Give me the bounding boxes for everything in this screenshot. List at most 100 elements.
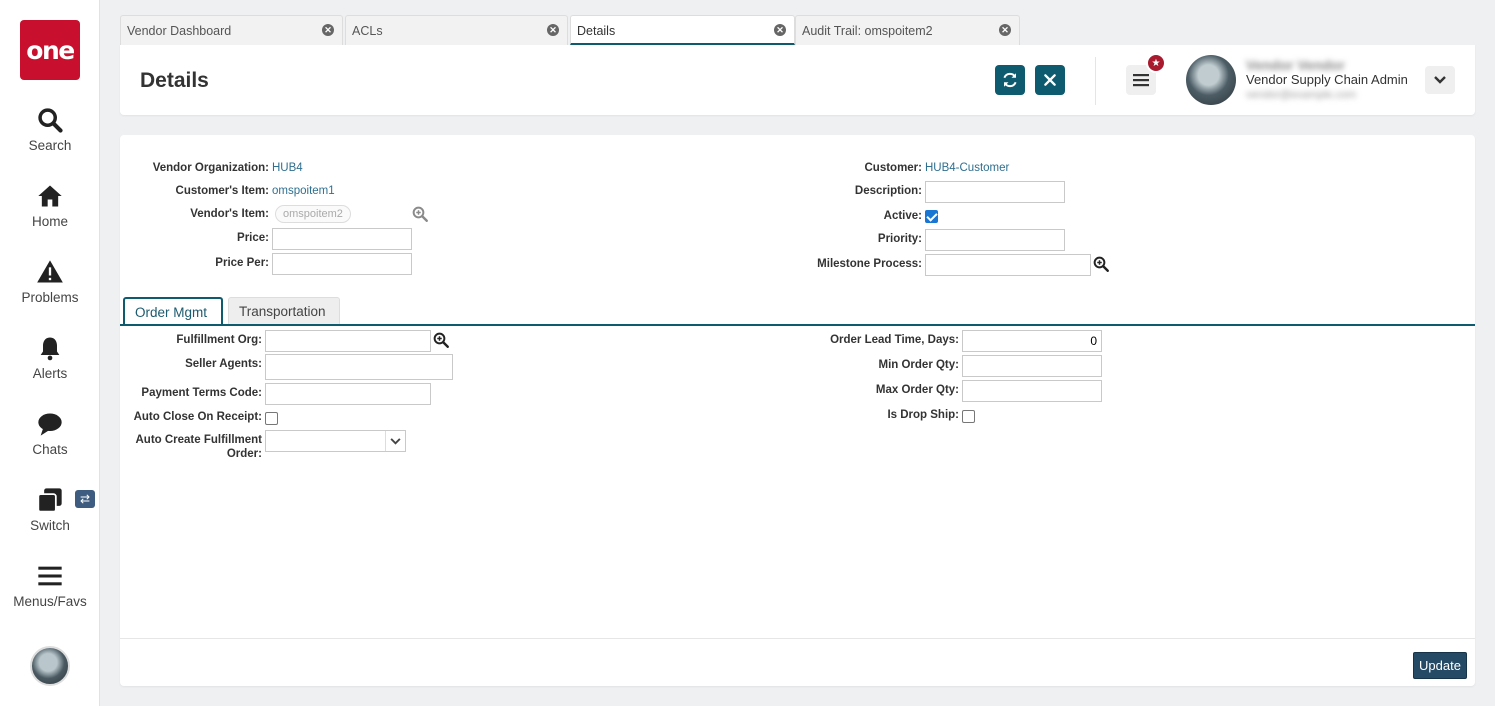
vendors-item-label: Vendor's Item: [190,208,269,220]
tab-acls[interactable]: ACLs ✕ [345,15,568,45]
page-title: Details [140,69,209,92]
priority-input[interactable] [925,229,1065,251]
tab-details[interactable]: Details ✕ [570,15,795,45]
header-divider [1095,57,1096,105]
star-badge-icon[interactable]: ★ [1146,53,1166,73]
lead-time-input[interactable] [962,330,1102,352]
subtab-underline [120,324,1475,326]
chat-icon [38,413,62,436]
app-logo[interactable]: one [20,20,80,80]
vendors-item-chip[interactable]: omspoitem2 [275,205,351,223]
chevron-down-icon [385,431,405,451]
priority-label: Priority: [877,233,922,245]
switch-icon [37,488,62,513]
subtab-order-mgmt[interactable]: Order Mgmt [123,297,223,326]
nav-problems[interactable]: Problems [0,258,100,324]
nav-menus-favs[interactable]: Menus/Favs [0,562,100,628]
close-tab-icon[interactable]: ✕ [322,24,334,36]
tab-audit-trail[interactable]: Audit Trail: omspoitem2 ✕ [795,15,1020,45]
user-name: Vendor Vendor [1246,57,1345,73]
user-avatar[interactable] [30,646,70,686]
fulfillment-org-input[interactable] [265,330,431,352]
price-per-input[interactable] [272,253,412,275]
nav-alerts-label: Alerts [32,366,68,381]
details-panel: Vendor Organization: HUB4 Customer's Ite… [120,135,1475,686]
customer-link[interactable]: HUB4-Customer [925,162,1009,174]
max-order-qty-label: Max Order Qty: [875,384,959,396]
fulfillment-org-search-icon[interactable] [432,331,450,349]
customers-item-link[interactable]: omspoitem1 [272,185,335,197]
auto-create-label-line1: Auto Create Fulfillment [135,434,262,446]
warning-icon [37,260,63,283]
refresh-button[interactable] [995,65,1025,95]
auto-close-checkbox[interactable] [265,412,278,425]
drop-ship-label: Is Drop Ship: [887,409,959,421]
price-per-label: Price Per: [215,257,269,269]
user-avatar[interactable] [1186,55,1236,105]
tab-label: Vendor Dashboard [127,24,232,38]
active-checkbox[interactable] [925,210,938,223]
close-tab-icon[interactable]: ✕ [547,24,559,36]
left-nav: one Search Home Problems Alerts Chats Sw… [0,0,100,706]
milestone-process-input[interactable] [925,254,1091,276]
hamburger-icon [1133,74,1149,87]
description-label: Description: [854,185,922,197]
drop-ship-checkbox[interactable] [962,410,975,423]
close-icon [1044,74,1056,86]
close-button[interactable] [1035,65,1065,95]
tab-label: Audit Trail: omspoitem2 [802,24,933,38]
update-button[interactable]: Update [1413,652,1467,679]
user-role: Vendor Supply Chain Admin [1246,72,1408,87]
customer-label: Customer: [864,162,922,174]
user-email: vendor@example.com [1246,89,1357,101]
payment-terms-label: Payment Terms Code: [141,387,262,399]
nav-home-label: Home [31,214,68,229]
search-icon [38,108,63,133]
auto-create-select[interactable] [265,430,406,452]
nav-problems-label: Problems [21,290,79,305]
nav-home[interactable]: Home [0,182,100,248]
switch-badge[interactable]: ⇄ [75,490,95,508]
fulfillment-org-label: Fulfillment Org: [176,334,262,346]
active-label: Active: [883,210,922,222]
min-order-qty-label: Min Order Qty: [878,359,959,371]
vendor-org-label: Vendor Organization: [152,162,269,174]
nav-chats-label: Chats [32,442,68,457]
nav-search[interactable]: Search [0,106,100,172]
lead-time-label: Order Lead Time, Days: [830,334,959,346]
nav-search-label: Search [28,138,72,153]
seller-agents-input[interactable] [265,354,453,380]
vendor-org-link[interactable]: HUB4 [272,162,303,174]
close-tab-icon[interactable]: ✕ [999,24,1011,36]
price-input[interactable] [272,228,412,250]
max-order-qty-input[interactable] [962,380,1102,402]
auto-close-label: Auto Close On Receipt: [133,411,262,423]
tab-label: ACLs [352,24,383,38]
page-header: Details ★ Vendor Vendor Vendor Supply Ch… [120,45,1475,115]
payment-terms-input[interactable] [265,383,431,405]
min-order-qty-input[interactable] [962,355,1102,377]
tab-vendor-dashboard[interactable]: Vendor Dashboard ✕ [120,15,343,45]
vendors-item-search-icon[interactable] [411,205,429,223]
refresh-icon [1003,72,1017,88]
price-label: Price: [237,232,269,244]
user-menu-dropdown[interactable] [1425,66,1455,94]
nav-menus-favs-label: Menus/Favs [13,594,87,609]
subtab-transportation[interactable]: Transportation [228,297,340,325]
customers-item-label: Customer's Item: [175,185,269,197]
nav-chats[interactable]: Chats [0,410,100,476]
close-tab-icon[interactable]: ✕ [774,24,786,36]
menu-icon [38,566,62,586]
nav-alerts[interactable]: Alerts [0,334,100,400]
bell-icon [40,337,60,361]
milestone-process-label: Milestone Process: [817,258,922,270]
chevron-down-icon [1434,76,1446,84]
tab-label: Details [577,24,616,38]
milestone-process-search-icon[interactable] [1092,255,1110,273]
auto-create-label-line2: Order: [226,448,262,460]
home-icon [38,185,62,207]
description-input[interactable] [925,181,1065,203]
seller-agents-label: Seller Agents: [185,358,262,370]
nav-switch-label: Switch [30,518,70,533]
footer-divider [120,638,1475,639]
